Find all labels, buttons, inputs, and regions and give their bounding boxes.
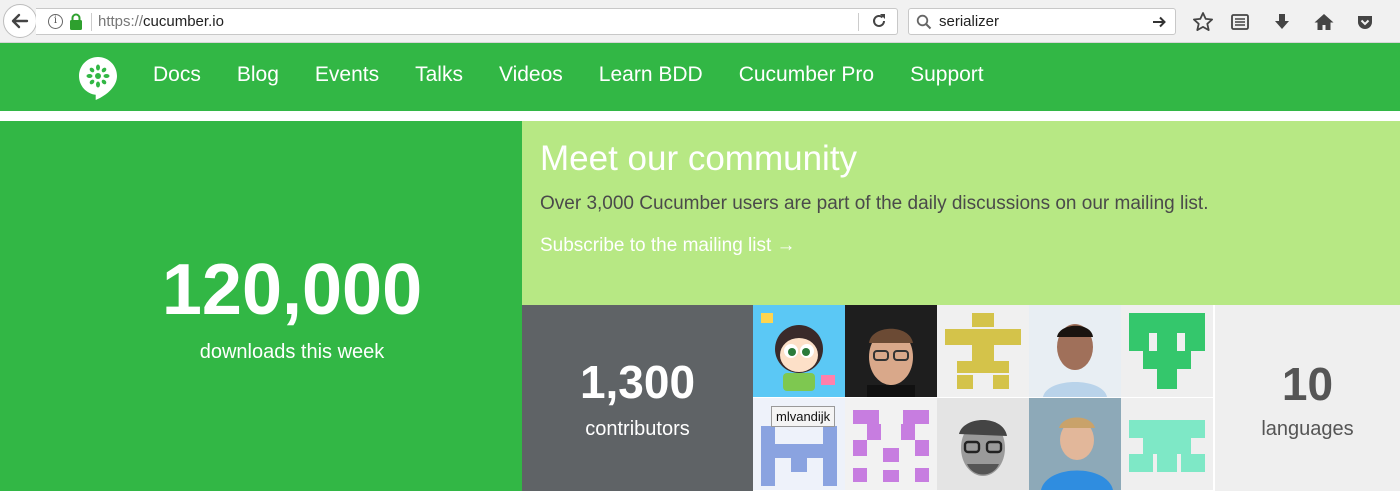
url-separator-right: [858, 13, 859, 31]
avatar-man-glasses[interactable]: [845, 305, 937, 397]
search-query[interactable]: serializer: [939, 13, 999, 30]
url-separator: [91, 13, 92, 31]
url-bar[interactable]: i https://cucumber.io: [36, 8, 898, 35]
nav-link-learn-bdd[interactable]: Learn BDD: [599, 63, 703, 87]
avatar-boy-blue[interactable]: [1029, 398, 1121, 490]
downloads-count: 120,000: [161, 250, 423, 330]
nav-link-docs[interactable]: Docs: [153, 63, 201, 87]
back-button[interactable]: [3, 4, 37, 38]
contributor-avatars: [753, 305, 1215, 491]
info-icon[interactable]: i: [48, 14, 63, 29]
community-panel: Meet our community Over 3,000 Cucumber u…: [522, 121, 1400, 305]
avatar-identicon-yellow[interactable]: [937, 305, 1029, 397]
languages-label: languages: [1261, 418, 1354, 440]
arrow-right-icon[interactable]: [1151, 14, 1167, 30]
nav-link-support[interactable]: Support: [910, 63, 984, 87]
nav-link-blog[interactable]: Blog: [237, 63, 279, 87]
search-bar[interactable]: serializer: [908, 8, 1176, 35]
downloads-panel: 120,000 downloads this week: [0, 121, 522, 491]
languages-count: 10: [1281, 358, 1334, 410]
reload-icon[interactable]: [870, 12, 888, 30]
nav-divider: [0, 111, 1400, 121]
url-text[interactable]: https://cucumber.io: [98, 13, 224, 30]
reader-list-icon[interactable]: [1228, 10, 1252, 34]
contributors-panel: 1,300 contributors: [522, 305, 753, 491]
cucumber-logo-icon[interactable]: [78, 56, 118, 101]
contributors-count: 1,300: [579, 356, 696, 408]
languages-panel: 10 languages: [1215, 305, 1400, 491]
nav-link-events[interactable]: Events: [315, 63, 379, 87]
avatar-identicon-mint[interactable]: [1121, 398, 1213, 490]
subscribe-link[interactable]: Subscribe to the mailing list →: [540, 235, 796, 257]
downloads-label: downloads this week: [199, 341, 385, 363]
avatar-identicon-green[interactable]: [1121, 305, 1213, 397]
url-host: cucumber.io: [143, 13, 224, 30]
url-protocol: https://: [98, 13, 144, 30]
nav-links: Docs Blog Events Talks Videos Learn BDD …: [153, 63, 1020, 87]
avatar-man-portrait[interactable]: [1029, 305, 1121, 397]
avatar-tooltip: mlvandijk: [771, 406, 836, 427]
browser-toolbar: i https://cucumber.io serializer: [0, 0, 1400, 43]
site-navigation: Docs Blog Events Talks Videos Learn BDD …: [0, 43, 1400, 111]
contributors-label: contributors: [585, 418, 690, 440]
lock-icon: [70, 13, 82, 30]
download-icon[interactable]: [1270, 10, 1294, 34]
nav-link-cucumber-pro[interactable]: Cucumber Pro: [739, 63, 874, 87]
home-icon[interactable]: [1312, 10, 1336, 34]
community-description: Over 3,000 Cucumber users are part of th…: [540, 193, 1209, 214]
search-icon: [916, 14, 932, 30]
avatar-man-bw[interactable]: [937, 398, 1029, 490]
bookmark-star-icon[interactable]: [1191, 10, 1215, 34]
nav-link-talks[interactable]: Talks: [415, 63, 463, 87]
nav-link-videos[interactable]: Videos: [499, 63, 563, 87]
arrow-left-icon: [11, 13, 29, 29]
community-title: Meet our community: [540, 139, 858, 178]
pocket-icon[interactable]: [1353, 10, 1377, 34]
avatar-cartoon[interactable]: [753, 305, 845, 397]
avatar-identicon-purple[interactable]: [845, 398, 937, 490]
